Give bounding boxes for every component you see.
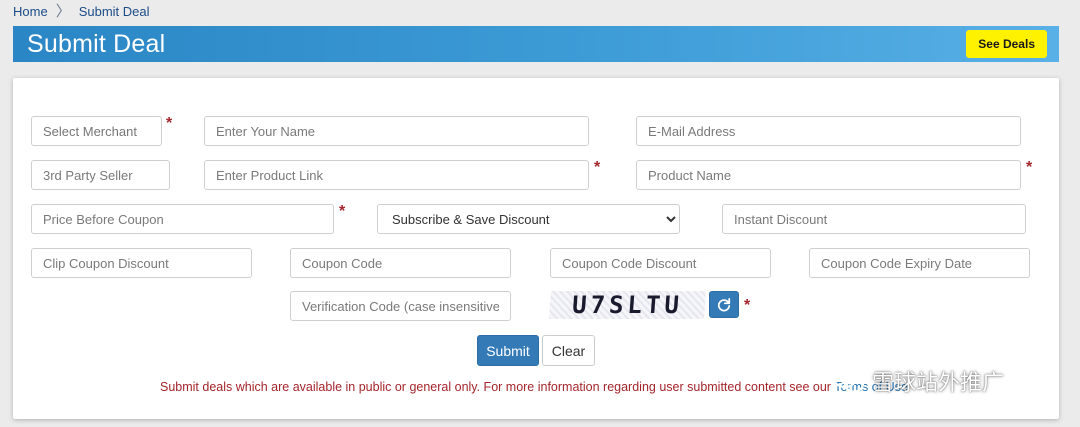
terms-of-use-link[interactable]: Terms of Use — [834, 380, 908, 394]
breadcrumb-separator: 〉 — [55, 2, 71, 20]
breadcrumb: Home 〉 Submit Deal — [13, 1, 150, 21]
price-before-coupon-input[interactable] — [31, 204, 334, 234]
refresh-captcha-button[interactable] — [709, 291, 739, 318]
verification-code-input[interactable] — [290, 291, 511, 321]
product-link-input[interactable] — [204, 160, 589, 190]
required-marker: * — [594, 159, 601, 176]
captcha-image: U7SLTU — [549, 291, 706, 319]
required-marker: * — [339, 203, 346, 220]
submit-deal-form: Select Merchant * * * * Subscribe & Save… — [13, 78, 1059, 419]
name-input[interactable] — [204, 116, 589, 146]
notice-text: Submit deals which are available in publ… — [160, 380, 835, 394]
required-marker: * — [1026, 159, 1033, 176]
page-header: Submit Deal See Deals — [13, 26, 1059, 62]
clear-button[interactable]: Clear — [542, 335, 595, 366]
refresh-icon — [717, 297, 731, 311]
coupon-expiry-date-input[interactable] — [809, 248, 1030, 278]
required-marker: * — [744, 297, 751, 314]
submission-notice: Submit deals which are available in publ… — [160, 380, 908, 394]
coupon-code-input[interactable] — [290, 248, 511, 278]
required-marker: * — [166, 115, 173, 132]
instant-discount-input[interactable] — [722, 204, 1026, 234]
breadcrumb-home-link[interactable]: Home — [13, 4, 48, 19]
third-party-seller-input[interactable] — [31, 160, 170, 190]
clip-coupon-discount-input[interactable] — [31, 248, 252, 278]
breadcrumb-current: Submit Deal — [78, 3, 150, 19]
email-input[interactable] — [636, 116, 1021, 146]
product-name-input[interactable] — [636, 160, 1021, 190]
see-deals-button[interactable]: See Deals — [966, 30, 1047, 58]
coupon-code-discount-input[interactable] — [550, 248, 771, 278]
page-title: Submit Deal — [27, 29, 166, 58]
discount-type-select[interactable]: Subscribe & Save Discount — [377, 204, 680, 234]
select-merchant-field[interactable]: Select Merchant — [31, 116, 162, 146]
submit-button[interactable]: Submit — [477, 335, 539, 366]
